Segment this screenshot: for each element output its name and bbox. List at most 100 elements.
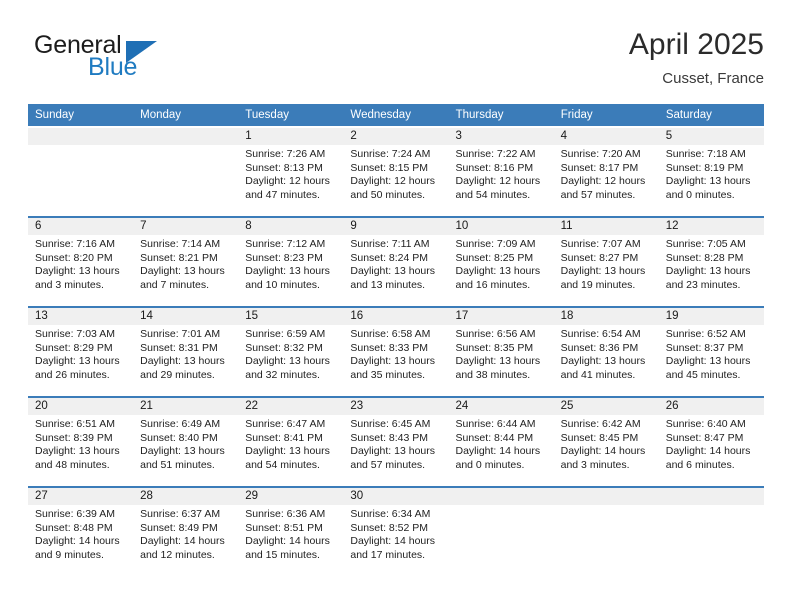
calendar-day-cell[interactable]: 3 Sunrise: 7:22 AM Sunset: 8:16 PM Daylig… [449,128,554,216]
weekday-header-saturday: Saturday [658,104,764,126]
calendar-head: Sunday Monday Tuesday Wednesday Thursday… [28,104,764,126]
calendar-day-cell[interactable]: 12 Sunrise: 7:05 AM Sunset: 8:28 PM Dayli… [659,218,764,306]
sun-times-info: Sunrise: 6:58 AM Sunset: 8:33 PM Dayligh… [350,328,436,381]
calendar-day-cell[interactable]: 21 Sunrise: 6:49 AM Sunset: 8:40 PM Dayli… [133,398,238,486]
day-number: 19 [665,310,679,322]
day-number [35,128,133,145]
calendar-day-cell[interactable]: 16 Sunrise: 6:58 AM Sunset: 8:33 PM Dayli… [343,308,448,396]
calendar-day-cell[interactable]: 14 Sunrise: 7:01 AM Sunset: 8:31 PM Dayli… [133,308,238,396]
day-number [666,488,764,505]
day-number: 7 [140,220,147,232]
calendar-day-cell[interactable]: 6 Sunrise: 7:16 AM Sunset: 8:20 PM Daylig… [28,218,133,306]
calendar-body: 1 Sunrise: 7:26 AM Sunset: 8:13 PM Daylig… [28,128,764,576]
calendar-empty-cell [133,128,238,216]
day-number: 14 [140,310,153,322]
weekday-header-tuesday: Tuesday [238,104,344,126]
sun-times-info: Sunrise: 7:03 AM Sunset: 8:29 PM Dayligh… [35,328,120,381]
calendar-day-cell[interactable]: 8 Sunrise: 7:12 AM Sunset: 8:23 PM Daylig… [238,218,343,306]
calendar-day-cell[interactable]: 15 Sunrise: 6:59 AM Sunset: 8:32 PM Dayli… [238,308,343,396]
day-number: 29 [245,490,259,502]
calendar-day-cell[interactable]: 10 Sunrise: 7:09 AM Sunset: 8:25 PM Dayli… [449,218,554,306]
sun-times-info: Sunrise: 6:51 AM Sunset: 8:39 PM Dayligh… [35,418,120,471]
weekday-header-thursday: Thursday [448,104,554,126]
calendar-day-cell[interactable]: 25 Sunrise: 6:42 AM Sunset: 8:45 PM Dayli… [554,398,659,486]
sun-times-info: Sunrise: 6:34 AM Sunset: 8:52 PM Dayligh… [350,508,436,561]
calendar-day-cell[interactable]: 9 Sunrise: 7:11 AM Sunset: 8:24 PM Daylig… [343,218,448,306]
calendar-day-cell[interactable]: 2 Sunrise: 7:24 AM Sunset: 8:15 PM Daylig… [343,128,448,216]
calendar-grid: Sunday Monday Tuesday Wednesday Thursday… [28,104,764,126]
sun-times-info [456,505,554,508]
calendar-day-cell[interactable]: 4 Sunrise: 7:20 AM Sunset: 8:17 PM Daylig… [554,128,659,216]
day-number: 16 [350,310,364,322]
day-number: 27 [35,490,48,502]
sun-times-info: Sunrise: 7:05 AM Sunset: 8:28 PM Dayligh… [665,238,751,291]
day-number: 23 [350,400,364,412]
weekday-header-friday: Friday [553,104,659,126]
calendar-empty-cell [28,128,133,216]
calendar-day-cell[interactable]: 11 Sunrise: 7:07 AM Sunset: 8:27 PM Dayli… [554,218,659,306]
day-number: 22 [245,400,259,412]
sun-times-info: Sunrise: 6:54 AM Sunset: 8:36 PM Dayligh… [560,328,646,381]
calendar-week-row: 6 Sunrise: 7:16 AM Sunset: 8:20 PM Daylig… [28,216,764,306]
brand-name-blue: Blue [88,53,138,81]
sun-times-info: Sunrise: 7:20 AM Sunset: 8:17 PM Dayligh… [560,148,646,201]
calendar-week-row: 1 Sunrise: 7:26 AM Sunset: 8:13 PM Daylig… [28,128,764,216]
day-number: 15 [245,310,259,322]
calendar-day-cell[interactable]: 18 Sunrise: 6:54 AM Sunset: 8:36 PM Dayli… [554,308,659,396]
sun-times-info: Sunrise: 7:18 AM Sunset: 8:19 PM Dayligh… [665,148,751,201]
calendar-day-cell[interactable]: 17 Sunrise: 6:56 AM Sunset: 8:35 PM Dayli… [449,308,554,396]
sun-times-info: Sunrise: 6:56 AM Sunset: 8:35 PM Dayligh… [455,328,541,381]
weekday-header-row: Sunday Monday Tuesday Wednesday Thursday… [28,104,764,126]
calendar-day-cell[interactable]: 27 Sunrise: 6:39 AM Sunset: 8:48 PM Dayli… [28,488,133,576]
calendar-day-cell[interactable]: 1 Sunrise: 7:26 AM Sunset: 8:13 PM Daylig… [238,128,343,216]
day-number: 11 [560,220,573,232]
sun-times-info: Sunrise: 7:14 AM Sunset: 8:21 PM Dayligh… [140,238,225,291]
sun-times-info: Sunrise: 7:24 AM Sunset: 8:15 PM Dayligh… [350,148,436,201]
sun-times-info: Sunrise: 6:47 AM Sunset: 8:41 PM Dayligh… [245,418,330,471]
calendar-day-cell[interactable]: 22 Sunrise: 6:47 AM Sunset: 8:41 PM Dayli… [238,398,343,486]
day-number: 5 [665,130,673,142]
sun-times-info: Sunrise: 6:52 AM Sunset: 8:37 PM Dayligh… [665,328,751,381]
sun-times-info: Sunrise: 7:07 AM Sunset: 8:27 PM Dayligh… [560,238,646,291]
weekday-header-sunday: Sunday [28,104,134,126]
calendar-week-row: 20 Sunrise: 6:51 AM Sunset: 8:39 PM Dayli… [28,396,764,486]
day-number: 25 [560,400,574,412]
day-number: 3 [455,130,462,142]
calendar-day-cell[interactable]: 7 Sunrise: 7:14 AM Sunset: 8:21 PM Daylig… [133,218,238,306]
week-cells: 13 Sunrise: 7:03 AM Sunset: 8:29 PM Dayli… [28,308,764,396]
brand-logo[interactable]: General Blue [28,28,248,90]
sun-times-info: Sunrise: 7:12 AM Sunset: 8:23 PM Dayligh… [245,238,330,291]
calendar-day-cell[interactable]: 28 Sunrise: 6:37 AM Sunset: 8:49 PM Dayli… [133,488,238,576]
day-number: 28 [140,490,153,502]
sun-times-info: Sunrise: 6:37 AM Sunset: 8:49 PM Dayligh… [140,508,225,561]
calendar-day-cell[interactable]: 5 Sunrise: 7:18 AM Sunset: 8:19 PM Daylig… [659,128,764,216]
sun-times-info: Sunrise: 6:39 AM Sunset: 8:48 PM Dayligh… [35,508,120,561]
calendar-day-cell[interactable]: 20 Sunrise: 6:51 AM Sunset: 8:39 PM Dayli… [28,398,133,486]
calendar-day-cell[interactable]: 30 Sunrise: 6:34 AM Sunset: 8:52 PM Dayli… [343,488,448,576]
sun-times-info: Sunrise: 6:45 AM Sunset: 8:43 PM Dayligh… [350,418,436,471]
day-number: 26 [665,400,679,412]
sun-times-info: Sunrise: 6:40 AM Sunset: 8:47 PM Dayligh… [665,418,751,471]
page-header: General Blue April 2025 Cusset, France [28,28,764,96]
calendar-day-cell[interactable]: 29 Sunrise: 6:36 AM Sunset: 8:51 PM Dayli… [238,488,343,576]
calendar-day-cell[interactable]: 26 Sunrise: 6:40 AM Sunset: 8:47 PM Dayli… [659,398,764,486]
sun-times-info [561,505,659,508]
calendar-page: General Blue April 2025 Cusset, France S… [0,0,792,612]
sun-times-info: Sunrise: 7:16 AM Sunset: 8:20 PM Dayligh… [35,238,120,291]
sun-times-info: Sunrise: 7:11 AM Sunset: 8:24 PM Dayligh… [350,238,436,291]
calendar-day-cell[interactable]: 19 Sunrise: 6:52 AM Sunset: 8:37 PM Dayli… [659,308,764,396]
sun-times-info: Sunrise: 6:42 AM Sunset: 8:45 PM Dayligh… [560,418,646,471]
calendar-day-cell[interactable]: 23 Sunrise: 6:45 AM Sunset: 8:43 PM Dayli… [343,398,448,486]
location-subtitle: Cusset, France [662,70,764,87]
calendar-day-cell[interactable]: 24 Sunrise: 6:44 AM Sunset: 8:44 PM Dayli… [449,398,554,486]
day-number: 9 [350,220,357,232]
sun-times-info: Sunrise: 7:22 AM Sunset: 8:16 PM Dayligh… [455,148,541,201]
calendar-day-cell[interactable]: 13 Sunrise: 7:03 AM Sunset: 8:29 PM Dayli… [28,308,133,396]
week-cells: 6 Sunrise: 7:16 AM Sunset: 8:20 PM Daylig… [28,218,764,306]
day-number [140,128,238,145]
calendar-week-row: 13 Sunrise: 7:03 AM Sunset: 8:29 PM Dayli… [28,306,764,396]
day-number: 1 [245,130,252,142]
sun-times-info: Sunrise: 6:36 AM Sunset: 8:51 PM Dayligh… [245,508,330,561]
weekday-header-monday: Monday [133,104,239,126]
day-number: 6 [35,220,42,232]
